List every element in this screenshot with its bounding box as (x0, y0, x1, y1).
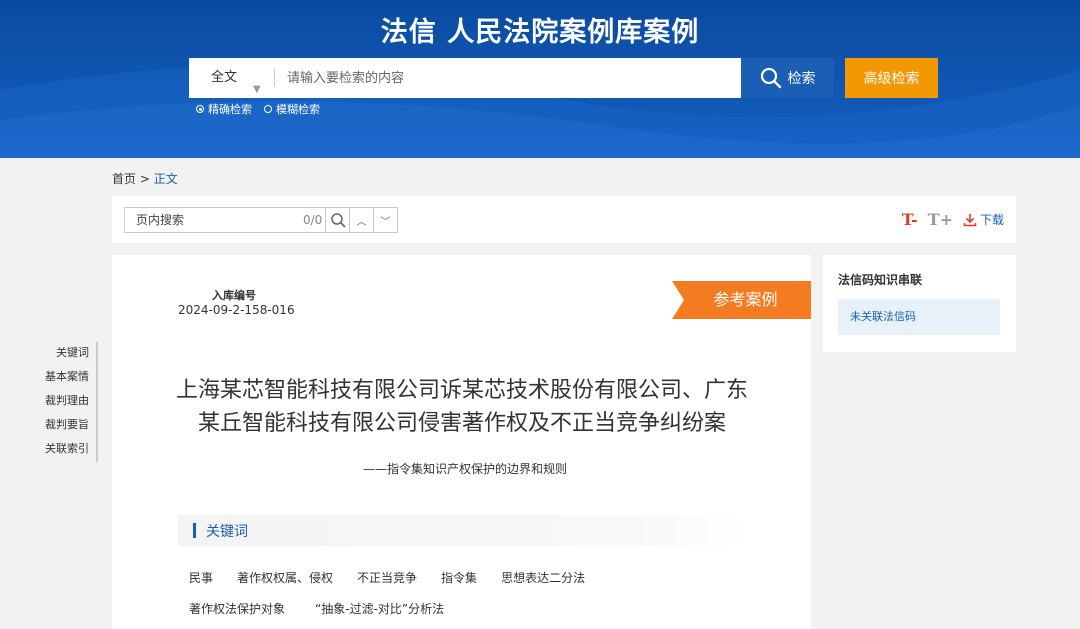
mode-fuzzy-radio[interactable]: 模糊检索 (264, 101, 320, 117)
site-header: 法信 人民法院案例库案例 全文 ▼ 检索 高级检索 精确检索 模糊检索 (0, 0, 1080, 158)
nav-item-keywords[interactable]: 关键词 (45, 342, 98, 366)
download-button[interactable]: 下载 (963, 211, 1004, 228)
article-panel: 入库编号 2024-09-2-158-016 参考案例 上海某芯智能科技有限公司… (112, 255, 811, 629)
section-nav: 关键词 基本案情 裁判理由 裁判要旨 关联索引 (45, 342, 98, 462)
search-button-label: 检索 (787, 71, 816, 87)
chevron-down-icon: ﹀ (380, 216, 391, 228)
chevron-up-icon: ︿ (356, 216, 367, 228)
breadcrumb: 首页 > 正文 (112, 170, 178, 187)
download-label: 下载 (979, 213, 1004, 227)
keyword-tag[interactable]: “抽象-过滤-对比”分析法 (315, 600, 444, 617)
font-increase-button[interactable]: T+ (928, 210, 953, 229)
nav-item-holdings[interactable]: 裁判要旨 (45, 414, 98, 438)
knowledge-link-panel: 法信码知识串联 未关联法信码 (823, 255, 1016, 352)
library-number: 2024-09-2-158-016 (178, 303, 295, 317)
breadcrumb-home[interactable]: 首页 (112, 172, 136, 186)
keyword-tag[interactable]: 指令集 (441, 569, 477, 586)
advanced-search-label: 高级检索 (863, 71, 920, 87)
search-scope-value: 全文 (211, 70, 238, 85)
prev-match-button[interactable]: ︿ (349, 208, 373, 232)
radio-unselected-icon (264, 105, 272, 113)
search-icon (330, 213, 346, 228)
breadcrumb-current: 正文 (153, 172, 178, 186)
mode-exact-radio[interactable]: 精确检索 (196, 101, 252, 117)
search-button[interactable]: 检索 (741, 58, 834, 98)
keyword-tag[interactable]: 民事 (189, 569, 213, 586)
mode-exact-label: 精确检索 (208, 103, 252, 116)
page-search-input[interactable] (125, 208, 295, 232)
case-subtitle: ——指令集知识产权保护的边界和规则 (362, 462, 567, 476)
nav-item-reasoning[interactable]: 裁判理由 (45, 390, 98, 414)
side-panel-item[interactable]: 未关联法信码 (838, 299, 1000, 335)
keyword-tag[interactable]: 不正当竞争 (357, 569, 417, 586)
library-number-label: 入库编号 (212, 289, 256, 302)
download-icon (963, 213, 977, 226)
case-title-line1: 上海某芯智能科技有限公司诉某芯技术股份有限公司、广东 (175, 378, 748, 403)
page-search: 0/0 ︿ ﹀ (124, 207, 398, 233)
mode-fuzzy-label: 模糊检索 (276, 103, 320, 116)
nav-item-basic-facts[interactable]: 基本案情 (45, 366, 98, 390)
search-scope-select[interactable]: 全文 ▼ (189, 58, 275, 98)
keywords-section-header: 关键词 (178, 515, 746, 546)
toolbar-actions: T- T+ 下载 (902, 210, 1004, 229)
site-title: 法信 人民法院案例库案例 (380, 17, 700, 48)
keyword-tag[interactable]: 思想表达二分法 (501, 569, 585, 586)
reference-case-tag: 参考案例 (672, 281, 811, 319)
section-marker (193, 523, 196, 538)
next-match-button[interactable]: ﹀ (373, 208, 397, 232)
keyword-tag[interactable]: 著作权法保护对象 (189, 600, 285, 617)
search-icon (760, 67, 781, 89)
keywords-row: 民事 著作权权属、侵权 不正当竞争 指令集 思想表达二分法 (189, 569, 585, 586)
case-title-line2: 某丘智能科技有限公司侵害著作权及不正当竞争纠纷案 (197, 411, 726, 436)
font-decrease-button[interactable]: T- (902, 210, 918, 229)
nav-item-related-index[interactable]: 关联索引 (45, 438, 98, 462)
search-input[interactable] (275, 58, 741, 98)
search-bar: 全文 ▼ (189, 58, 741, 98)
advanced-search-button[interactable]: 高级检索 (845, 58, 938, 98)
keywords-row: 著作权法保护对象 “抽象-过滤-对比”分析法 (189, 600, 444, 617)
article-toolbar: 0/0 ︿ ﹀ T- T+ 下载 (112, 196, 1016, 243)
breadcrumb-separator: > (139, 172, 150, 186)
page-search-button[interactable] (325, 208, 349, 232)
search-mode-group: 精确检索 模糊检索 (196, 101, 320, 117)
page-search-count: 0/0 (303, 213, 323, 227)
side-panel-title: 法信码知识串联 (838, 273, 923, 287)
keywords-heading: 关键词 (206, 524, 248, 540)
case-title: 上海某芯智能科技有限公司诉某芯技术股份有限公司、广东 某丘智能科技有限公司侵害著… (142, 374, 782, 440)
radio-selected-icon (196, 105, 204, 113)
keyword-tag[interactable]: 著作权权属、侵权 (237, 569, 333, 586)
